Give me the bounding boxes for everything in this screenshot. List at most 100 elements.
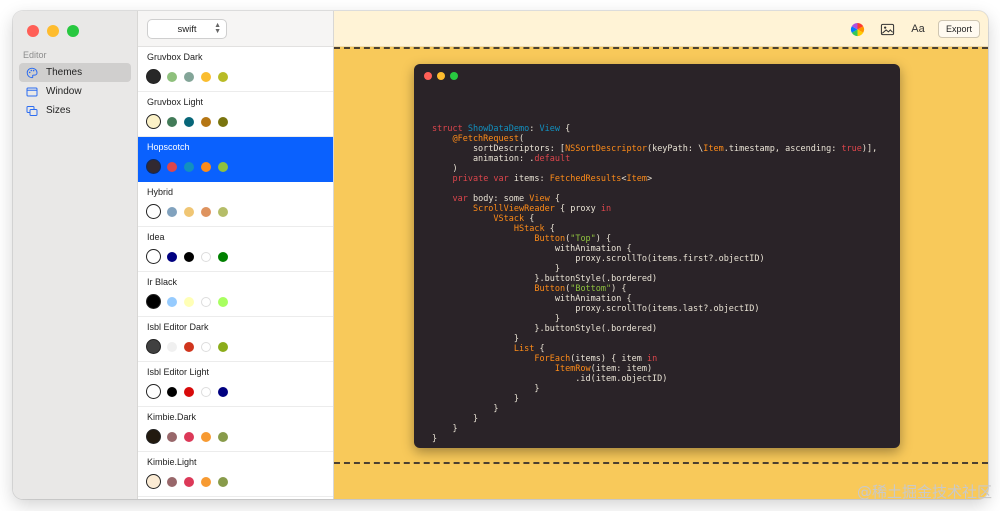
theme-color-swatch (184, 71, 194, 82)
code-token: animation: . (432, 154, 535, 164)
code-token: View (529, 194, 550, 204)
theme-background-swatch (146, 69, 161, 84)
theme-swatches (146, 474, 235, 489)
theme-color-swatch (218, 251, 228, 262)
theme-name: Kimbie.Light (147, 457, 197, 467)
code-token: > (647, 174, 653, 184)
code-token: proxy.scrollTo(items.first?.objectID) (432, 254, 765, 264)
canvas-guide-top (334, 47, 988, 49)
code-token: } (432, 434, 438, 444)
theme-row[interactable]: Ir Black (138, 272, 333, 317)
sidebar-item-sizes[interactable]: Sizes (19, 101, 131, 120)
font-label: Aa (911, 23, 925, 35)
code-token: Button (534, 234, 566, 244)
theme-color-swatch (218, 161, 228, 172)
theme-color-swatch (201, 116, 211, 127)
code-line: .id(item.objectID) (432, 374, 877, 384)
toolbar-actions: Aa Export (848, 19, 980, 39)
language-select[interactable]: swift ▲ ▼ (147, 19, 227, 39)
code-token: NSSortDescriptor (565, 144, 647, 154)
code-token: } (432, 384, 540, 394)
code-token: VStack (493, 214, 525, 224)
theme-list-header: swift ▲ ▼ (138, 11, 333, 47)
code-token: in (600, 204, 612, 214)
theme-color-swatch (218, 386, 228, 397)
canvas-guide-bottom (334, 462, 988, 464)
color-wheel-button[interactable] (848, 19, 868, 39)
sizes-icon (26, 105, 38, 117)
theme-name: Idea (147, 232, 165, 242)
app-window: Editor Themes Window Sizes swift ▲ ▼ Gru… (13, 11, 988, 499)
theme-color-swatch (167, 386, 177, 397)
theme-color-swatch (201, 71, 211, 82)
theme-row[interactable]: Kimbie.Dark (138, 407, 333, 452)
theme-name: Hybrid (147, 187, 174, 197)
theme-swatches (146, 429, 235, 444)
background-image-button[interactable] (878, 19, 898, 39)
code-line: } (432, 264, 877, 274)
theme-color-swatch (167, 341, 177, 352)
theme-color-swatch (218, 116, 228, 127)
close-window-button[interactable] (27, 25, 39, 37)
code-token: } (432, 334, 519, 344)
code-block: struct ShowDataDemo: View { @FetchReques… (432, 104, 877, 444)
code-line: animation: .default (432, 154, 877, 164)
theme-color-swatch (184, 341, 194, 352)
code-line: } (432, 334, 877, 344)
minimize-window-button[interactable] (47, 25, 59, 37)
code-token: sortDescriptors: [ (432, 144, 566, 154)
theme-swatches (146, 159, 235, 174)
theme-row[interactable]: Isbl Editor Light (138, 362, 333, 407)
theme-color-swatch (201, 161, 211, 172)
code-token: Item (703, 144, 724, 154)
code-token: } (432, 264, 560, 274)
theme-background-swatch (146, 114, 161, 129)
sidebar-item-window[interactable]: Window (19, 82, 131, 101)
theme-list-panel: swift ▲ ▼ Gruvbox Dark Gruvbox Light Hopsco… (138, 11, 334, 499)
zoom-window-button[interactable] (67, 25, 79, 37)
theme-background-swatch (146, 294, 161, 309)
font-button[interactable]: Aa (908, 19, 928, 39)
theme-swatches (146, 384, 235, 399)
theme-color-swatch (201, 296, 211, 307)
code-line: var body: some View { (432, 194, 877, 204)
theme-background-swatch (146, 384, 161, 399)
code-token: } (432, 394, 519, 404)
code-token: Button (534, 284, 566, 294)
theme-color-swatch (167, 476, 177, 487)
sidebar: Editor Themes Window Sizes (13, 11, 138, 499)
theme-swatches (146, 294, 235, 309)
theme-row[interactable]: Isbl Editor Dark (138, 317, 333, 362)
theme-color-swatch (218, 296, 228, 307)
code-token: body: some (467, 194, 530, 204)
code-line: sortDescriptors: [NSSortDescriptor(keyPa… (432, 144, 877, 154)
theme-row[interactable]: Idea (138, 227, 333, 272)
code-token: { (534, 344, 545, 354)
code-token: FetchedResults (549, 174, 622, 184)
theme-row[interactable]: Kimbie.Light (138, 452, 333, 497)
theme-color-swatch (167, 206, 177, 217)
theme-row[interactable]: Hybrid (138, 182, 333, 227)
code-token: } (432, 414, 479, 424)
theme-name: Gruvbox Dark (147, 52, 203, 62)
theme-color-swatch (201, 431, 211, 442)
code-line: withAnimation { (432, 294, 877, 304)
code-line: proxy.scrollTo(items.last?.objectID) (432, 304, 877, 314)
code-token: @FetchRequest (432, 134, 519, 144)
theme-name: Gruvbox Light (147, 97, 204, 107)
code-line: } (432, 394, 877, 404)
theme-background-swatch (146, 249, 161, 264)
export-button[interactable]: Export (937, 20, 980, 38)
theme-row[interactable]: Hopscotch (138, 137, 333, 182)
theme-swatches (146, 339, 235, 354)
code-token: )], (861, 144, 878, 154)
theme-background-swatch (146, 204, 161, 219)
sidebar-item-themes[interactable]: Themes (19, 63, 131, 82)
theme-row[interactable]: Gruvbox Light (138, 92, 333, 137)
theme-color-swatch (184, 116, 194, 127)
theme-row[interactable]: Gruvbox Dark (138, 47, 333, 92)
code-line: List { (432, 344, 877, 354)
